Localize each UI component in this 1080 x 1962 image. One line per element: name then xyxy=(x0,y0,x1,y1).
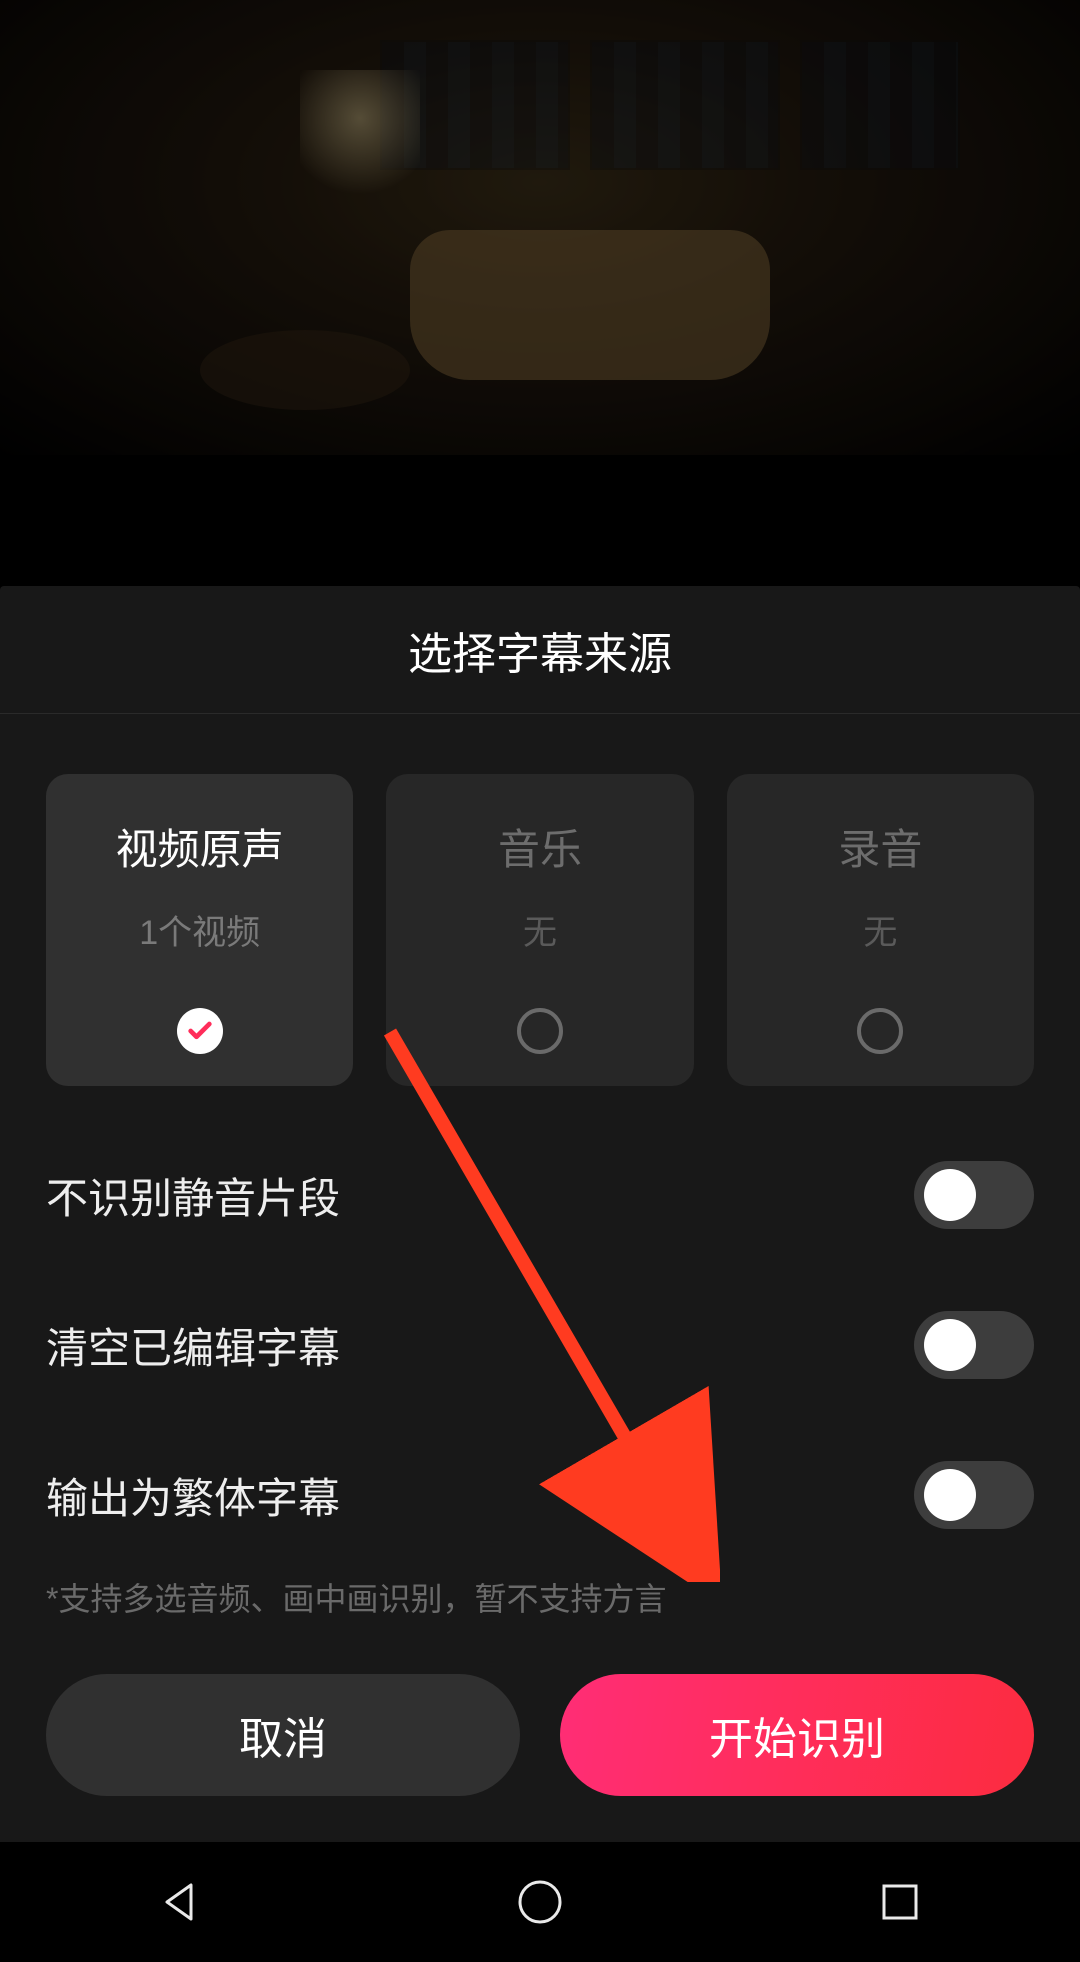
setting-label: 不识别静音片段 xyxy=(46,1165,340,1226)
nav-home-button[interactable] xyxy=(510,1872,570,1932)
radio-empty-icon xyxy=(517,1008,563,1054)
android-nav-bar xyxy=(0,1842,1080,1962)
home-circle-icon xyxy=(515,1877,565,1927)
nav-back-button[interactable] xyxy=(150,1872,210,1932)
toggle-knob xyxy=(924,1169,976,1221)
option-title: 录音 xyxy=(838,816,922,877)
setting-skip-silence: 不识别静音片段 xyxy=(46,1120,1034,1270)
sheet-title: 选择字幕来源 xyxy=(0,586,1080,714)
source-option-music[interactable]: 音乐 无 xyxy=(386,774,693,1086)
video-frame-image xyxy=(0,0,1080,455)
source-option-record[interactable]: 录音 无 xyxy=(727,774,1034,1086)
toggle-clear-edited[interactable] xyxy=(914,1311,1034,1379)
back-triangle-icon xyxy=(157,1879,203,1925)
toggle-knob xyxy=(924,1469,976,1521)
start-recognize-button[interactable]: 开始识别 xyxy=(560,1674,1034,1796)
option-subtitle: 1个视频 xyxy=(139,905,260,954)
source-option-video-original[interactable]: 视频原声 1个视频 xyxy=(46,774,353,1086)
hint-text: *支持多选音频、画中画识别，暂不支持方言 xyxy=(0,1570,1080,1620)
toggle-knob xyxy=(924,1319,976,1371)
toggle-traditional-output[interactable] xyxy=(914,1461,1034,1529)
settings-list: 不识别静音片段 清空已编辑字幕 输出为繁体字幕 xyxy=(0,1086,1080,1570)
subtitle-source-sheet: 选择字幕来源 视频原声 1个视频 音乐 无 录音 无 不识别静音片段 清空已编辑… xyxy=(0,586,1080,1842)
cancel-button[interactable]: 取消 xyxy=(46,1674,520,1796)
toggle-skip-silence[interactable] xyxy=(914,1161,1034,1229)
option-subtitle: 无 xyxy=(863,905,897,954)
action-buttons: 取消 开始识别 xyxy=(46,1674,1034,1796)
video-preview[interactable] xyxy=(0,0,1080,455)
source-options: 视频原声 1个视频 音乐 无 录音 无 xyxy=(0,714,1080,1086)
setting-clear-edited: 清空已编辑字幕 xyxy=(46,1270,1034,1420)
option-subtitle: 无 xyxy=(523,905,557,954)
recents-square-icon xyxy=(878,1880,922,1924)
radio-empty-icon xyxy=(857,1008,903,1054)
option-title: 音乐 xyxy=(498,816,582,877)
option-title: 视频原声 xyxy=(116,816,284,877)
nav-recents-button[interactable] xyxy=(870,1872,930,1932)
setting-label: 输出为繁体字幕 xyxy=(46,1465,340,1526)
setting-label: 清空已编辑字幕 xyxy=(46,1315,340,1376)
setting-traditional-output: 输出为繁体字幕 xyxy=(46,1420,1034,1570)
radio-checked-icon xyxy=(177,1008,223,1054)
